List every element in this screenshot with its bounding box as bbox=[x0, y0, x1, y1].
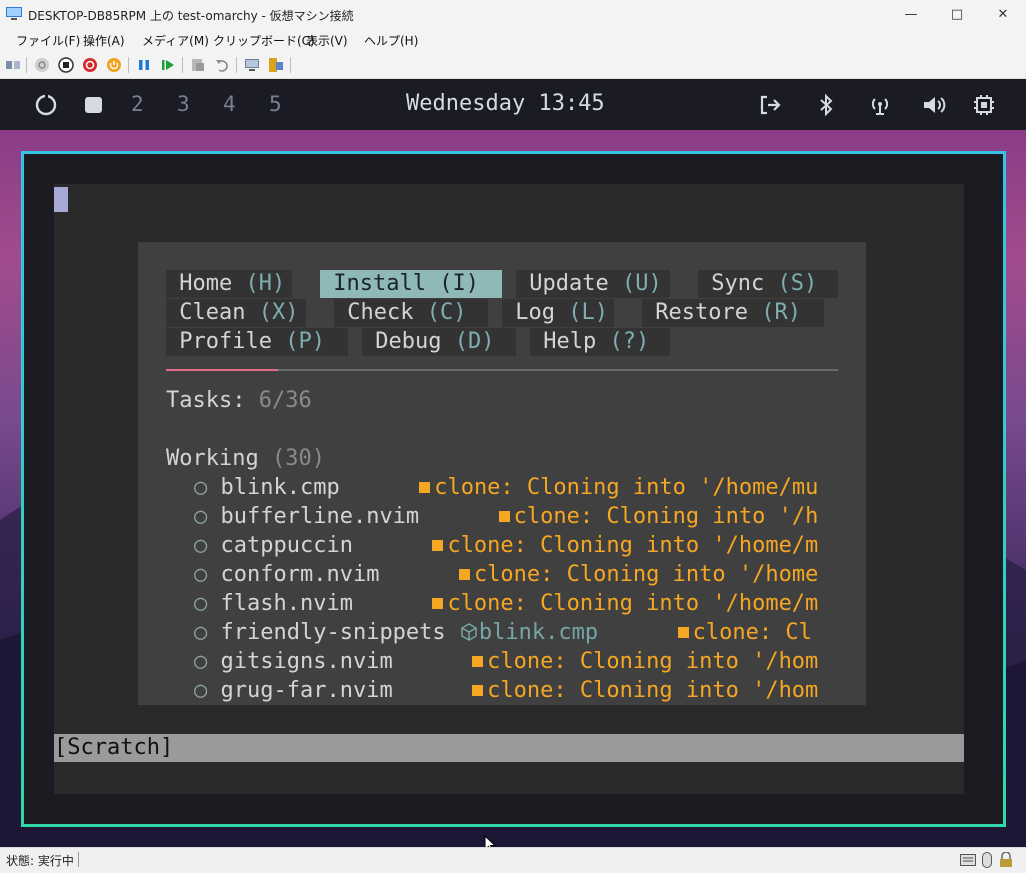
clean-button[interactable]: Clean (X) bbox=[166, 299, 306, 327]
check-button[interactable]: Check (C) bbox=[334, 299, 488, 327]
checkpoint-icon[interactable] bbox=[190, 57, 206, 73]
profile-button[interactable]: Profile (P) bbox=[166, 328, 348, 356]
plugin-row[interactable]: ○ flash.nvim clone: Cloning into '/home/… bbox=[194, 589, 818, 618]
sync-button[interactable]: Sync (S) bbox=[698, 270, 838, 298]
help-button[interactable]: Help (?) bbox=[530, 328, 670, 356]
minimize-icon[interactable]: — bbox=[888, 0, 934, 30]
clock[interactable]: Wednesday 13:45 bbox=[406, 91, 605, 116]
resume-icon[interactable] bbox=[160, 57, 176, 73]
lock-icon bbox=[1000, 852, 1012, 867]
start-icon[interactable] bbox=[34, 57, 50, 73]
workspace-1-icon[interactable] bbox=[82, 93, 106, 117]
mouse-pointer-icon bbox=[484, 835, 496, 847]
logout-icon[interactable] bbox=[758, 93, 782, 117]
text-cursor bbox=[54, 187, 68, 212]
menu-help[interactable]: ヘルプ(H) bbox=[364, 32, 418, 49]
workspace-3[interactable]: 3 bbox=[177, 92, 190, 116]
plugin-row[interactable]: ○ bufferline.nvim clone: Cloning into '/… bbox=[194, 502, 818, 531]
menu-media[interactable]: メディア(M) bbox=[142, 32, 209, 49]
plugin-row[interactable]: ○ catppuccin clone: Cloning into '/home/… bbox=[194, 531, 818, 560]
ctrl-alt-del-icon[interactable] bbox=[5, 57, 21, 73]
status-bar: 状態: 実行中 bbox=[0, 847, 1026, 873]
workspace-2[interactable]: 2 bbox=[131, 92, 144, 116]
turn-off-icon[interactable] bbox=[58, 57, 74, 73]
restore-button[interactable]: Restore (R) bbox=[642, 299, 824, 327]
mouse-icon bbox=[982, 852, 992, 868]
top-status-bar: 2 3 4 5 Wednesday 13:45 bbox=[0, 79, 1026, 130]
window-title: DESKTOP-DB85RPM 上の test-omarchy - 仮想マシン接… bbox=[28, 9, 354, 23]
workspace-5[interactable]: 5 bbox=[269, 92, 282, 116]
package-icon bbox=[461, 623, 477, 641]
menu-action[interactable]: 操作(A) bbox=[83, 32, 125, 49]
vm-status: 状態: 実行中 bbox=[6, 854, 74, 868]
enhanced-session-icon[interactable] bbox=[244, 57, 260, 73]
close-icon[interactable]: ✕ bbox=[980, 0, 1026, 30]
menu-file[interactable]: ファイル(F) bbox=[16, 32, 80, 49]
network-icon[interactable] bbox=[868, 93, 892, 117]
menu-view[interactable]: 表示(V) bbox=[306, 32, 348, 49]
plugin-row[interactable]: ○ friendly-snippets blink.cmp clone: Cl bbox=[194, 618, 812, 647]
plugin-row[interactable]: ○ gitsigns.nvim clone: Cloning into '/ho… bbox=[194, 647, 818, 676]
omarchy-logo-icon[interactable] bbox=[34, 93, 58, 117]
title-bar: DESKTOP-DB85RPM 上の test-omarchy - 仮想マシン接… bbox=[0, 0, 1026, 30]
cpu-icon[interactable] bbox=[972, 93, 996, 117]
pause-icon[interactable] bbox=[136, 57, 152, 73]
plugin-row[interactable]: ○ blink.cmp clone: Cloning into '/home/m… bbox=[194, 473, 818, 502]
toolbar bbox=[0, 52, 1026, 79]
plugin-row[interactable]: ○ grug-far.nvim clone: Cloning into '/ho… bbox=[194, 676, 818, 705]
share-icon[interactable] bbox=[268, 57, 284, 73]
home-button[interactable]: Home (H) bbox=[166, 270, 292, 298]
neovim-editor[interactable]: Home (H) Install (I) Update (U) Sync (S)… bbox=[54, 184, 964, 794]
plugin-row[interactable]: ○ conform.nvim clone: Cloning into '/hom… bbox=[194, 560, 818, 589]
workspace-4[interactable]: 4 bbox=[223, 92, 236, 116]
bluetooth-icon[interactable] bbox=[814, 93, 838, 117]
volume-icon[interactable] bbox=[922, 93, 946, 117]
vm-display[interactable]: 2 3 4 5 Wednesday 13:45 Home (H) Install… bbox=[0, 79, 1026, 847]
working-header: Working (30) bbox=[166, 446, 325, 471]
tasks-line: Tasks: 6/36 bbox=[166, 388, 312, 413]
vm-connection-icon bbox=[6, 7, 22, 20]
revert-icon[interactable] bbox=[214, 57, 230, 73]
menu-bar: ファイル(F) 操作(A) メディア(M) クリップボード(C) 表示(V) ヘ… bbox=[0, 30, 1026, 51]
lazy-plugin-manager[interactable]: Home (H) Install (I) Update (U) Sync (S)… bbox=[138, 242, 866, 705]
install-button[interactable]: Install (I) bbox=[320, 270, 502, 298]
progress-fill bbox=[166, 369, 278, 371]
nvim-statusline: [Scratch] bbox=[54, 734, 964, 762]
terminal-window[interactable]: Home (H) Install (I) Update (U) Sync (S)… bbox=[21, 151, 1006, 827]
power-icon[interactable] bbox=[106, 57, 122, 73]
log-button[interactable]: Log (L) bbox=[502, 299, 614, 327]
shutdown-icon[interactable] bbox=[82, 57, 98, 73]
progress-divider bbox=[166, 369, 838, 371]
keyboard-icon bbox=[960, 854, 976, 866]
update-button[interactable]: Update (U) bbox=[516, 270, 670, 298]
debug-button[interactable]: Debug (D) bbox=[362, 328, 516, 356]
menu-clipboard[interactable]: クリップボード(C) bbox=[213, 32, 315, 49]
maximize-icon[interactable]: □ bbox=[934, 0, 980, 30]
